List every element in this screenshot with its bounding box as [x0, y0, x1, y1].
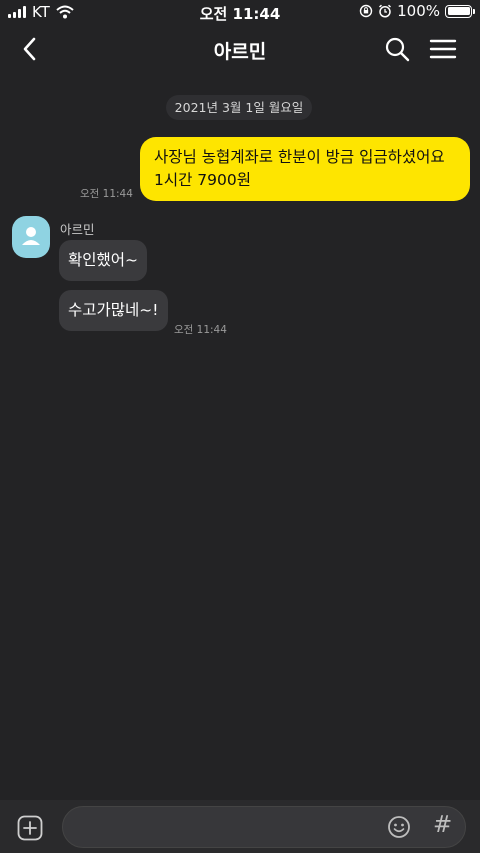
- my-message-bubble[interactable]: 사장님 농협계좌로 한분이 방금 입금하셨어요 1시간 7900원: [140, 137, 470, 201]
- plus-icon[interactable]: [17, 815, 43, 841]
- emoji-icon[interactable]: [387, 815, 411, 839]
- alarm-icon: [379, 4, 392, 18]
- other-message-time: 오전 11:44: [174, 324, 227, 336]
- search-icon[interactable]: [384, 36, 410, 62]
- chat-header: 아르민: [0, 26, 480, 72]
- battery-icon: [445, 4, 475, 18]
- user-icon: [22, 227, 40, 245]
- message-composer: #: [0, 800, 480, 853]
- other-message-bubble[interactable]: 수고가많네~!: [59, 290, 168, 331]
- sender-name: 아르민: [60, 222, 95, 237]
- other-message-bubble[interactable]: 확인했어~: [59, 240, 148, 281]
- status-bar: KT 오전 11:44 100%: [0, 0, 480, 24]
- orientation-lock-icon: [359, 4, 373, 18]
- status-right: 100%: [359, 2, 475, 20]
- menu-icon[interactable]: [429, 36, 457, 62]
- my-message-time: 오전 11:44: [80, 188, 133, 200]
- date-divider: 2021년 3월 1일 월요일: [166, 95, 312, 120]
- my-message-line: 1시간 7900원: [154, 171, 252, 189]
- hash-icon[interactable]: #: [433, 812, 452, 838]
- battery-percent: 100%: [397, 2, 440, 20]
- avatar[interactable]: [12, 216, 50, 258]
- my-message-line: 사장님 농협계좌로 한분이 방금 입금하셨어요: [154, 148, 445, 166]
